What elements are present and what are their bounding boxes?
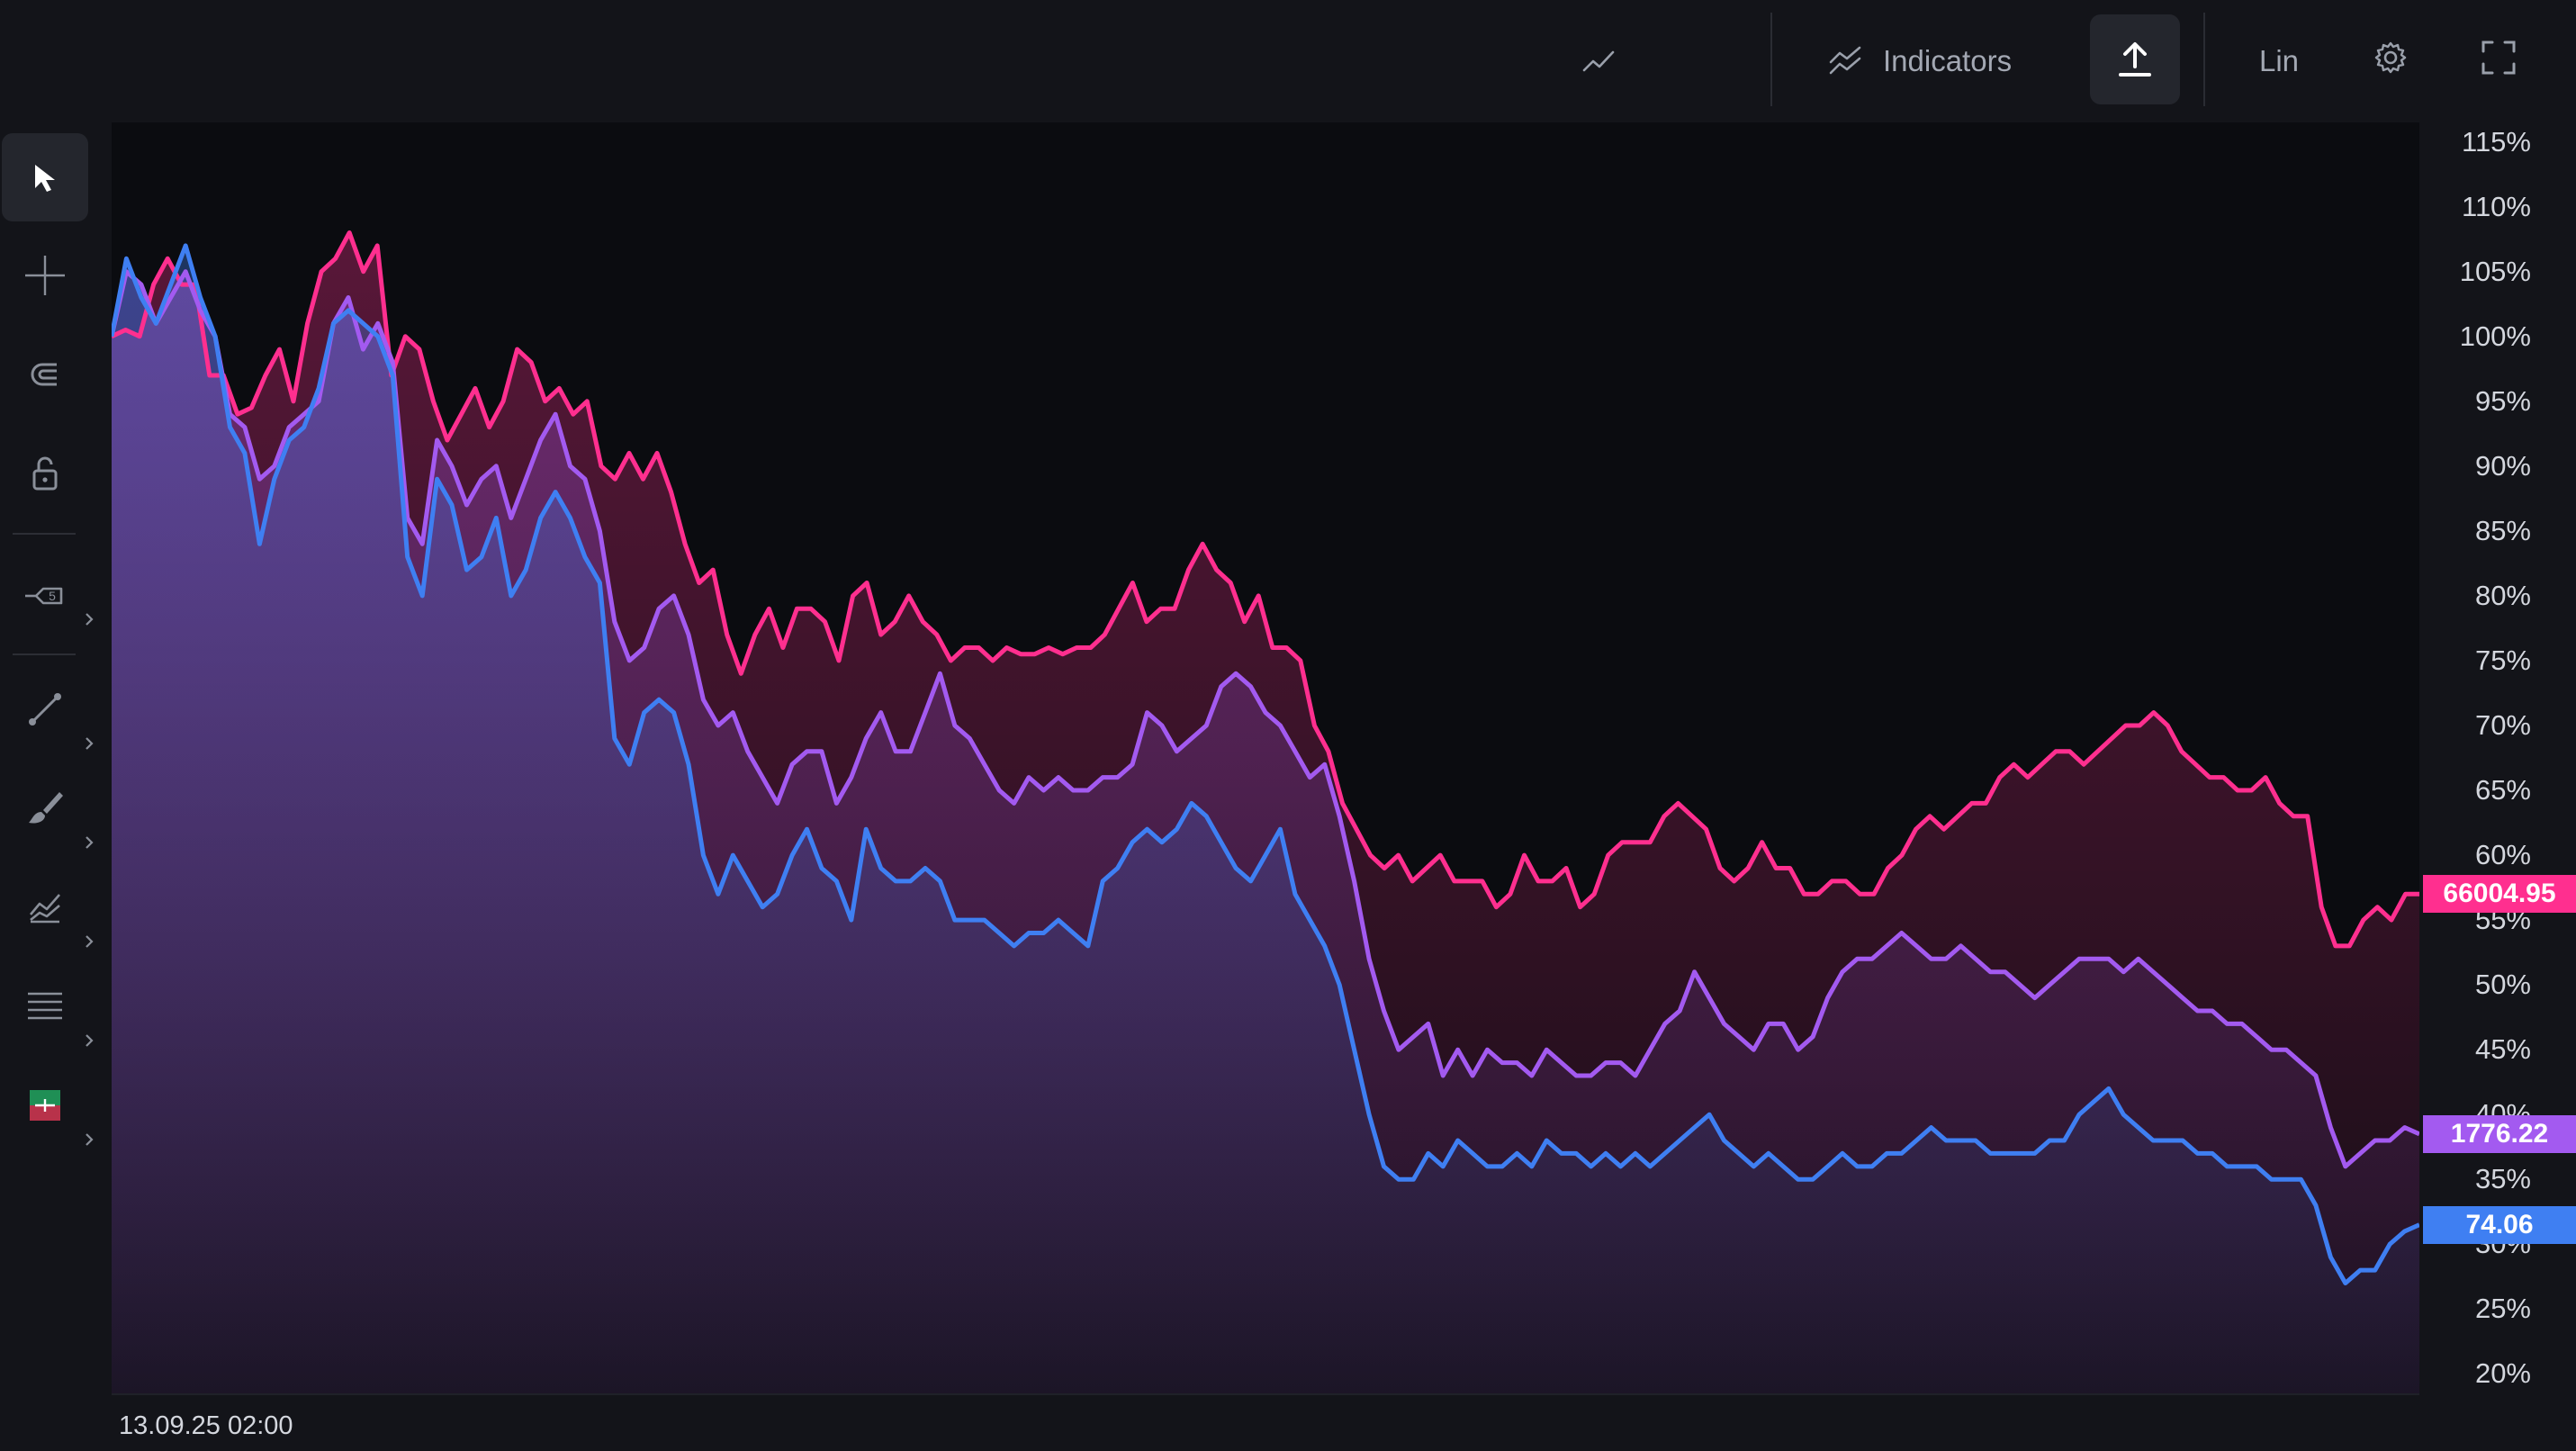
pattern-icon [30,894,60,924]
settings-button[interactable] [2362,29,2419,86]
y-tick-label: 95% [2474,384,2531,417]
chevron-right-icon[interactable] [83,1131,95,1149]
drawing-toolbar: 5 [0,122,110,1449]
y-tick-label: 65% [2474,774,2531,807]
crosshair-tool[interactable] [0,230,90,320]
cursor-icon [35,165,55,192]
gear-icon [2374,41,2407,74]
brush-icon [29,792,63,824]
measure-tool[interactable]: 5 [0,551,90,641]
chevron-right-icon[interactable] [83,610,95,628]
y-tick-label: 80% [2474,579,2531,611]
position-tool[interactable] [0,1060,90,1150]
toolbar-divider [13,533,76,535]
chevron-right-icon[interactable] [83,834,95,852]
y-tick-label: 75% [2474,644,2531,676]
measure-icon: 5 [25,587,63,605]
svg-text:5: 5 [49,589,56,603]
trend-line-tool[interactable] [0,664,90,754]
top-toolbar: Indicators Lin [0,0,2576,122]
y-tick-label: 85% [2474,514,2531,546]
pattern-tool[interactable] [0,862,90,952]
y-tick-label: 110% [2462,190,2531,222]
y-tick-label: 115% [2462,125,2531,158]
fullscreen-button[interactable] [2470,29,2527,86]
magnet-icon [31,363,57,386]
scale-toggle-button[interactable]: Lin [2250,32,2308,90]
lines-icon [28,992,62,1020]
y-tick-label: 60% [2474,839,2531,871]
indicators-icon [1829,46,1861,75]
fullscreen-icon [2481,41,2516,75]
trend-line-icon [29,693,61,726]
chevron-right-icon[interactable] [83,1032,95,1050]
chart-app: Indicators Lin 5 115% 110% 105% 100% 95%… [0,0,2576,1449]
chart-plot-area[interactable] [112,122,2419,1393]
lock-tool[interactable] [0,428,90,518]
time-axis[interactable]: 13.09.25 02:00 [112,1393,2419,1451]
indicators-button[interactable]: Indicators [1827,32,2012,90]
price-axis[interactable]: 115% 110% 105% 100% 95% 90% 85% 80% 75% 70% 65% 60%… [2421,122,2576,1393]
y-tick-label: 105% [2459,255,2531,287]
y-tick-label: 50% [2474,969,2531,1001]
magnet-tool[interactable] [0,329,90,419]
y-tick-label: 45% [2474,1033,2531,1066]
line-chart-icon [1582,50,1615,72]
upload-icon [2119,42,2151,77]
indicators-label: Indicators [1883,44,2013,77]
y-tick-label: 35% [2474,1163,2531,1195]
upload-button[interactable] [2090,14,2180,104]
chart-type-button[interactable] [1570,32,1627,90]
last-value-label-purple: 1776.22 [2423,1114,2576,1153]
last-value-label-pink: 66004.95 [2423,875,2576,914]
y-tick-label: 100% [2459,320,2531,352]
lock-icon [32,456,58,491]
chevron-right-icon[interactable] [83,735,95,753]
last-value-label-blue: 74.06 [2423,1205,2576,1244]
chevron-right-icon[interactable] [83,933,95,951]
toolbar-divider [13,653,76,655]
y-tick-label: 25% [2474,1293,2531,1325]
x-tick-label: 13.09.25 02:00 [119,1411,293,1440]
y-tick-label: 70% [2474,708,2531,741]
chart-canvas[interactable] [112,122,2419,1393]
toolbar-divider [2203,13,2205,106]
toolbar-divider [1770,13,1772,106]
cursor-tool[interactable] [2,133,88,221]
scale-label: Lin [2258,44,2300,77]
y-tick-label: 20% [2474,1357,2531,1390]
fib-tool[interactable] [0,961,90,1051]
brush-tool[interactable] [0,763,90,853]
y-tick-label: 90% [2474,449,2531,482]
crosshair-icon [25,256,65,295]
long-position-icon [30,1090,60,1121]
